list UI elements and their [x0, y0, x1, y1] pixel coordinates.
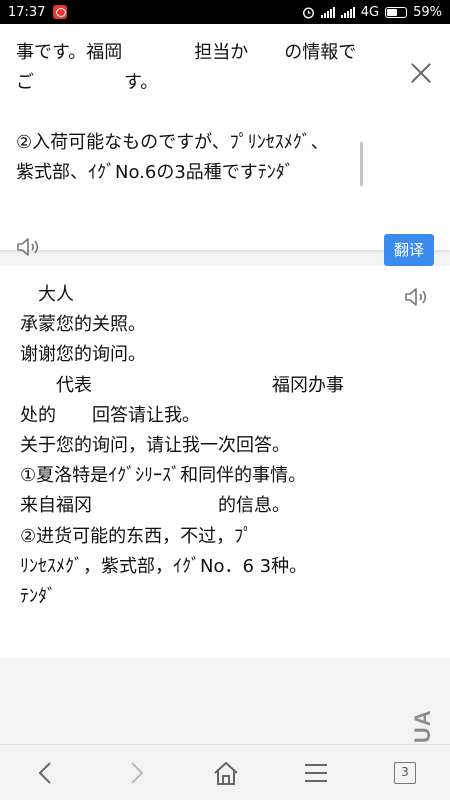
alarm-icon — [302, 6, 314, 19]
result-line: 代表 福冈办事 — [20, 374, 344, 396]
source-text-input[interactable]: 事です。福岡 担当か の情報で ご す。 ②入荷可能なものですが、ﾌﾟﾘﾝｾｽﾒ… — [16, 38, 366, 188]
bottom-navigation: 3 — [0, 744, 450, 800]
source-line: ②入荷可能なものですが、ﾌﾟﾘﾝｾｽﾒｸﾞ、 — [16, 132, 329, 153]
signal-icon — [340, 6, 355, 18]
translation-result-text: 大人 承蒙您的关照。 谢谢您的询问。 代表 福冈办事 处的 回答请让我。 关于您… — [20, 280, 410, 612]
status-indicators: 4G 59% — [302, 5, 442, 20]
battery-icon — [385, 6, 408, 18]
result-line: ①夏洛特是ｲｸﾞｼﾘｰｽﾞ和同伴的事情。 — [20, 465, 307, 487]
menu-icon[interactable] — [302, 759, 330, 787]
speaker-icon[interactable] — [16, 236, 42, 258]
tab-count: 3 — [394, 762, 416, 784]
signal-icon — [320, 6, 335, 18]
forward-icon[interactable] — [122, 759, 150, 787]
status-bar: 17:37 4G 59% — [0, 0, 450, 24]
result-line: 关于您的询问，请让我一次回答。 — [20, 435, 290, 457]
source-line: ご す。 — [16, 72, 159, 93]
network-type: 4G — [360, 4, 380, 20]
source-panel: 事です。福岡 担当か の情報で ご す。 ②入荷可能なものですが、ﾌﾟﾘﾝｾｽﾒ… — [0, 24, 450, 266]
result-line: 承蒙您的关照。 — [20, 314, 146, 336]
result-line: ﾃﾝﾀﾞ — [20, 586, 56, 608]
translation-result-panel: 大人 承蒙您的关照。 谢谢您的询问。 代表 福冈办事 处的 回答请让我。 关于您… — [0, 266, 450, 658]
source-line — [16, 98, 366, 128]
source-line: 紫式部、ｲｸﾞNo.6の3品種ですﾃﾝﾀﾞ — [16, 162, 294, 183]
result-line: ﾘﾝｾｽﾒｸﾞ，紫式部，ｲｸﾞNo．6 3种。 — [20, 555, 308, 577]
battery-percent: 59% — [413, 4, 442, 20]
back-icon[interactable] — [32, 759, 60, 787]
result-line: 来自福冈 的信息。 — [20, 495, 290, 517]
source-line: 事です。福岡 担当か の情報で — [16, 42, 357, 63]
result-line: 处的 回答请让我。 — [20, 404, 200, 426]
notification-icon — [53, 5, 68, 19]
home-icon[interactable] — [212, 759, 240, 787]
source-scrollbar[interactable] — [360, 142, 363, 186]
tabs-icon[interactable]: 3 — [392, 759, 420, 787]
result-line: 大人 — [20, 284, 74, 305]
translate-button[interactable]: 翻译 — [384, 234, 434, 266]
result-line: ②进货可能的东西，不过，ﾌﾟ — [20, 525, 253, 547]
status-time: 17:37 — [8, 4, 46, 20]
close-icon[interactable] — [410, 62, 432, 84]
result-line: 谢谢您的询问。 — [20, 344, 146, 366]
speaker-icon[interactable] — [404, 286, 430, 308]
